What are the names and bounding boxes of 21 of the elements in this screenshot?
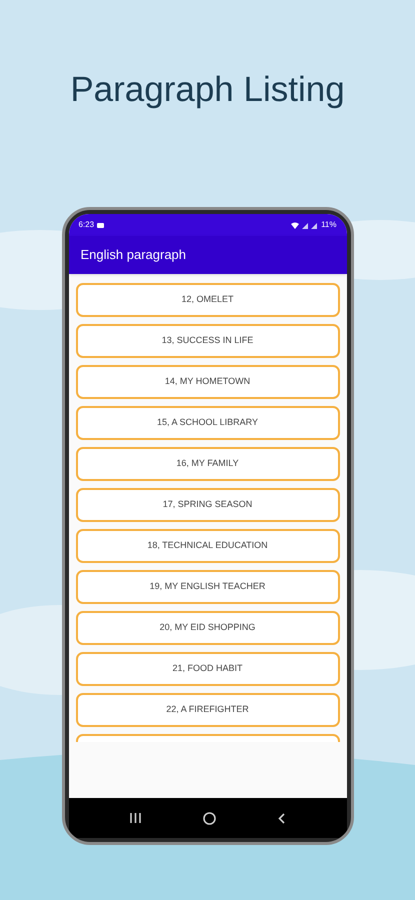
paragraph-item[interactable]: 16, MY FAMILY xyxy=(76,447,340,481)
notification-icon xyxy=(97,222,104,228)
battery-level: 11% xyxy=(321,219,336,231)
paragraph-item[interactable]: 19, MY ENGLISH TEACHER xyxy=(76,570,340,604)
app-title: English paragraph xyxy=(80,246,186,264)
paragraph-item[interactable]: 15, A SCHOOL LIBRARY xyxy=(76,406,340,440)
paragraph-item[interactable]: 22, A FIREFIGHTER xyxy=(76,693,340,727)
status-time: 6:23 xyxy=(78,219,94,231)
paragraph-item[interactable]: 21, FOOD HABIT xyxy=(76,652,340,686)
back-icon[interactable] xyxy=(278,812,286,824)
recent-apps-icon[interactable] xyxy=(130,813,141,823)
paragraph-item[interactable]: 14, MY HOMETOWN xyxy=(76,365,340,399)
headline: Paragraph Listing xyxy=(70,69,345,111)
paragraph-item[interactable]: 20, MY EID SHOPPING xyxy=(76,611,340,645)
signal-icon xyxy=(302,222,318,228)
paragraph-item[interactable]: 18, TECHNICAL EDUCATION xyxy=(76,529,340,563)
paragraph-item[interactable]: 13, SUCCESS IN LIFE xyxy=(76,324,340,358)
wifi-icon xyxy=(291,222,300,228)
home-icon[interactable] xyxy=(202,812,216,824)
paragraph-item[interactable]: 12, OMELET xyxy=(76,283,340,317)
paragraph-item[interactable]: 17, SPRING SEASON xyxy=(76,488,340,522)
